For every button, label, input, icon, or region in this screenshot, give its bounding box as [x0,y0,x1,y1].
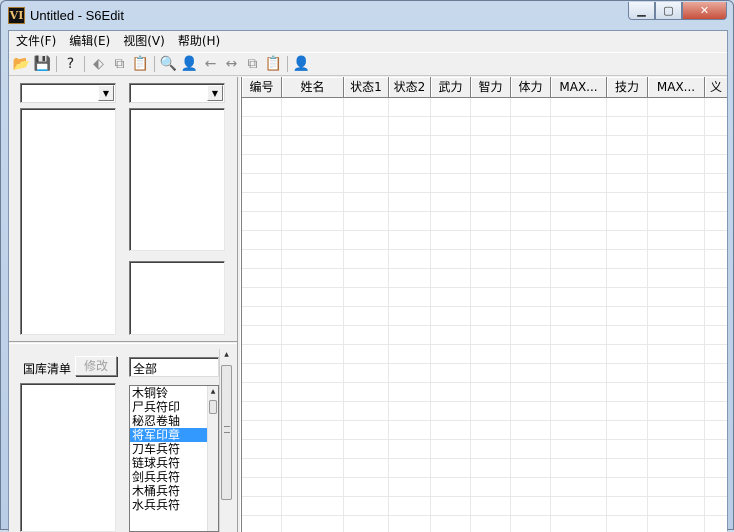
column-header[interactable]: MAX... [648,77,705,98]
filter-combo-value: 全部 [133,362,158,376]
item-list[interactable]: 木铜铃 尸兵符印 秘忍卷轴 将军印章 刀车兵符 链球兵符 剑兵兵符 木桶兵符 水兵兵符 [129,385,219,532]
column-header[interactable]: 体力 [511,77,551,98]
person-icon[interactable]: 👤 [179,54,200,75]
list-item[interactable]: 木铜铃 [130,386,218,400]
toolbar-separator [53,54,60,75]
grid-column-line [343,98,344,532]
column-header[interactable]: 状态1 [344,77,389,98]
arrow-left-icon[interactable]: ← [200,54,221,75]
chevron-down-icon[interactable]: ▼ [98,85,114,101]
right-top-list[interactable] [129,108,225,251]
list-item[interactable]: 水兵兵符 [130,498,218,512]
list-item[interactable]: 尸兵符印 [130,400,218,414]
column-header[interactable]: 智力 [471,77,511,98]
menu-view[interactable]: 视图(V) [116,31,171,51]
grid-column-line [430,98,431,532]
copy2-icon[interactable]: ⧉ [242,54,263,75]
list-item[interactable]: 链球兵符 [130,456,218,470]
menu-bar: 文件(F) 编辑(E) 视图(V) 帮助(H) [9,31,727,51]
toolbar-separator [81,54,88,75]
open-icon[interactable]: 📂 [11,54,32,75]
grid-header: 编号 姓名 状态1 状态2 武力 智力 体力 MAX... 技力 MAX... 义 [242,77,727,98]
category-combo[interactable]: ▼ [20,83,116,103]
help-icon[interactable]: ? [60,54,81,75]
left-list[interactable] [20,108,116,335]
toolbar: 📂 💾? ⬖ ⧉ 📋 🔍 👤 ← ↔ ⧉ 📋 👤 [9,52,727,76]
toolbar-separator [284,54,291,75]
list-item[interactable]: 木桶兵符 [130,484,218,498]
copy-icon[interactable]: ⧉ [109,54,130,75]
grip-icon [224,426,230,433]
menu-help[interactable]: 帮助(H) [171,31,226,51]
column-header[interactable]: MAX... [551,77,607,98]
grid-column-line [470,98,471,532]
grid-column-line [510,98,511,532]
filter-combo[interactable]: 全部 [129,357,219,377]
grid-column-line [281,98,282,532]
scroll-thumb[interactable] [221,365,232,500]
client-area: 文件(F) 编辑(E) 视图(V) 帮助(H) 📂 💾? ⬖ ⧉ 📋 🔍 👤 ← ↔ ⧉ 📋 👤 ▼ … [8,30,728,532]
column-header[interactable]: 武力 [431,77,471,98]
horizontal-splitter[interactable] [9,341,237,344]
list-item[interactable]: 将军印章 [130,428,218,442]
menu-file[interactable]: 文件(F) [9,31,62,51]
list-item[interactable]: 秘忍卷轴 [130,414,218,428]
scroll-thumb[interactable] [209,400,217,414]
paste2-icon[interactable]: 📋 [263,54,284,75]
minimize-button[interactable]: ▁ [628,2,655,20]
warehouse-label: 国库清单 [23,362,72,376]
grid-column-line [647,98,648,532]
column-header[interactable]: 编号 [242,77,282,98]
save-icon[interactable]: 💾 [32,54,53,75]
left-pane-scrollbar[interactable]: ▲ [219,349,233,532]
close-button[interactable]: ✕ [682,2,727,20]
scroll-up-icon[interactable]: ▲ [220,349,233,361]
app-icon[interactable]: VI [8,7,25,24]
person2-icon[interactable]: 👤 [291,54,312,75]
tag-icon[interactable]: ⬖ [88,54,109,75]
window-frame: VI Untitled - S6Edit ▁ ▢ ✕ 文件(F) 编辑(E) 视… [0,0,734,532]
column-header[interactable]: 状态2 [389,77,431,98]
menu-edit[interactable]: 编辑(E) [62,31,116,51]
grid-column-line [606,98,607,532]
arrow-both-icon[interactable]: ↔ [221,54,242,75]
window-title: Untitled - S6Edit [30,8,124,23]
chevron-down-icon[interactable]: ▼ [207,85,223,101]
warehouse-list[interactable] [20,383,116,532]
modify-button[interactable]: 修改 [75,356,117,376]
scroll-up-icon[interactable]: ▲ [208,386,218,398]
list-item[interactable]: 刀车兵符 [130,442,218,456]
item-list-scrollbar[interactable]: ▲ [207,386,218,531]
maximize-button[interactable]: ▢ [655,2,682,20]
right-bottom-list[interactable] [129,261,225,335]
subcategory-combo[interactable]: ▼ [129,83,225,103]
left-pane: ▼ ▼ 国库清单 修改 全部 木铜铃 尸兵符印 秘忍卷轴 将军印章 刀车兵符 链球兵符 剑兵… [9,77,237,532]
find-icon[interactable]: 🔍 [158,54,179,75]
column-header[interactable]: 技力 [607,77,648,98]
grid-column-line [388,98,389,532]
toolbar-separator [151,54,158,75]
grid-column-line [704,98,705,532]
column-header[interactable]: 义 [705,77,727,98]
title-bar[interactable]: VI Untitled - S6Edit ▁ ▢ ✕ [1,1,733,30]
column-header[interactable]: 姓名 [282,77,344,98]
data-grid[interactable]: 编号 姓名 状态1 状态2 武力 智力 体力 MAX... 技力 MAX... 义 [241,77,727,532]
list-item[interactable]: 剑兵兵符 [130,470,218,484]
paste-icon[interactable]: 📋 [130,54,151,75]
grid-body[interactable] [242,98,727,532]
grid-column-line [550,98,551,532]
